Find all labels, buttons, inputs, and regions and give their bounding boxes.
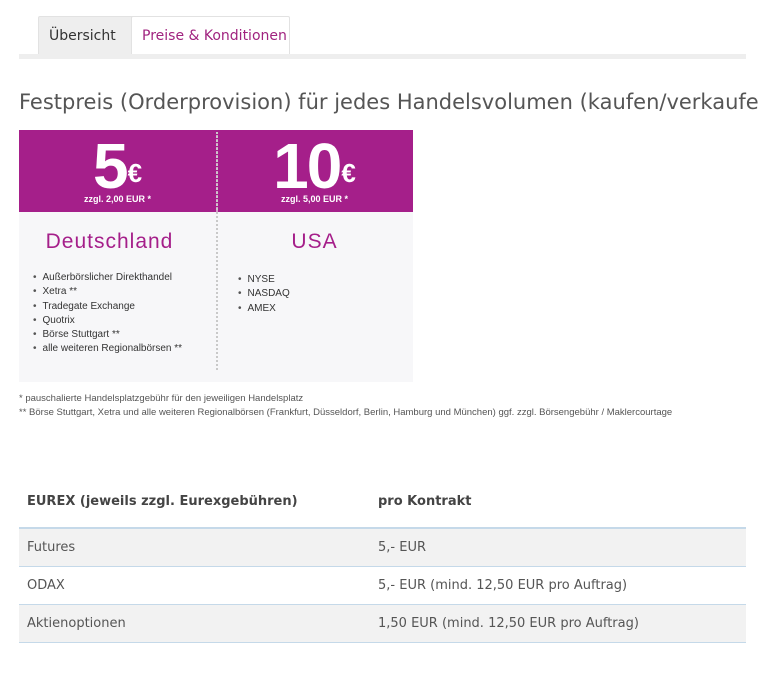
page-title: Festpreis (Orderprovision) für jedes Han… <box>19 90 760 114</box>
germany-price: 5€ <box>19 134 216 198</box>
germany-price-currency: € <box>127 158 143 188</box>
footnote-platform-fee: * pauschalierte Handelsplatzgebühr für d… <box>19 393 304 404</box>
venue-item: Xetra ** <box>33 285 182 299</box>
price-banner: 5€ zzgl. 2,00 EUR * Deutschland Außerbör… <box>19 130 413 382</box>
germany-price-note: zzgl. 2,00 EUR * <box>83 194 152 204</box>
usa-price-column: 10€ zzgl. 5,00 EUR * USA NYSE NASDAQ AME… <box>216 130 413 382</box>
column-header-per-contract: pro Kontrakt <box>370 476 746 529</box>
usa-price: 10€ <box>216 134 413 198</box>
table-cell-product: ODAX <box>19 566 370 605</box>
usa-price-note: zzgl. 5,00 EUR * <box>280 194 349 204</box>
venue-item: Tradegate Exchange <box>33 300 182 314</box>
table-cell-price: 5,- EUR (mind. 12,50 EUR pro Auftrag) <box>370 566 746 605</box>
germany-price-value: 5 <box>92 130 129 202</box>
usa-venue-list: NYSE NASDAQ AMEX <box>238 273 290 316</box>
table-row: Futures 5,- EUR <box>19 528 746 567</box>
germany-venue-list: Außerbörslicher Direkthandel Xetra ** Tr… <box>33 271 183 357</box>
usa-price-value: 10 <box>273 130 342 202</box>
venue-item: Quotrix <box>33 314 182 328</box>
venue-item: alle weiteren Regionalbörsen ** <box>33 342 183 356</box>
venue-item: Außerbörslicher Direkthandel <box>33 271 182 285</box>
venue-item: AMEX <box>238 302 290 316</box>
table-cell-price: 1,50 EUR (mind. 12,50 EUR pro Auftrag) <box>370 604 746 643</box>
table-row: ODAX 5,- EUR (mind. 12,50 EUR pro Auftra… <box>19 566 746 605</box>
usa-price-currency: € <box>341 158 356 188</box>
table-cell-product: Futures <box>19 528 370 567</box>
venue-item: NASDAQ <box>238 287 290 301</box>
column-header-eurex: EUREX (jeweils zzgl. Eurexgebühren) <box>19 476 370 529</box>
footnote-exchange-fee: ** Börse Stuttgart, Xetra und alle weite… <box>19 407 673 418</box>
tab-overview[interactable]: Übersicht <box>38 16 141 54</box>
tab-prices-conditions[interactable]: Preise & Konditionen <box>131 16 290 54</box>
tab-bar: Übersicht Preise & Konditionen <box>19 16 746 59</box>
usa-label: USA <box>291 230 338 253</box>
table-row: Aktienoptionen 1,50 EUR (mind. 12,50 EUR… <box>19 604 746 643</box>
tab-bar-divider <box>19 54 746 59</box>
venue-item: Börse Stuttgart ** <box>33 328 182 342</box>
table-cell-product: Aktienoptionen <box>19 604 370 643</box>
venue-item: NYSE <box>238 273 290 287</box>
germany-price-column: 5€ zzgl. 2,00 EUR * Deutschland Außerbör… <box>19 130 216 382</box>
germany-label: Deutschland <box>45 230 174 253</box>
table-header-row: EUREX (jeweils zzgl. Eurexgebühren) pro … <box>19 476 746 529</box>
eurex-fee-table: EUREX (jeweils zzgl. Eurexgebühren) pro … <box>19 476 746 643</box>
table-cell-price: 5,- EUR <box>370 528 746 567</box>
